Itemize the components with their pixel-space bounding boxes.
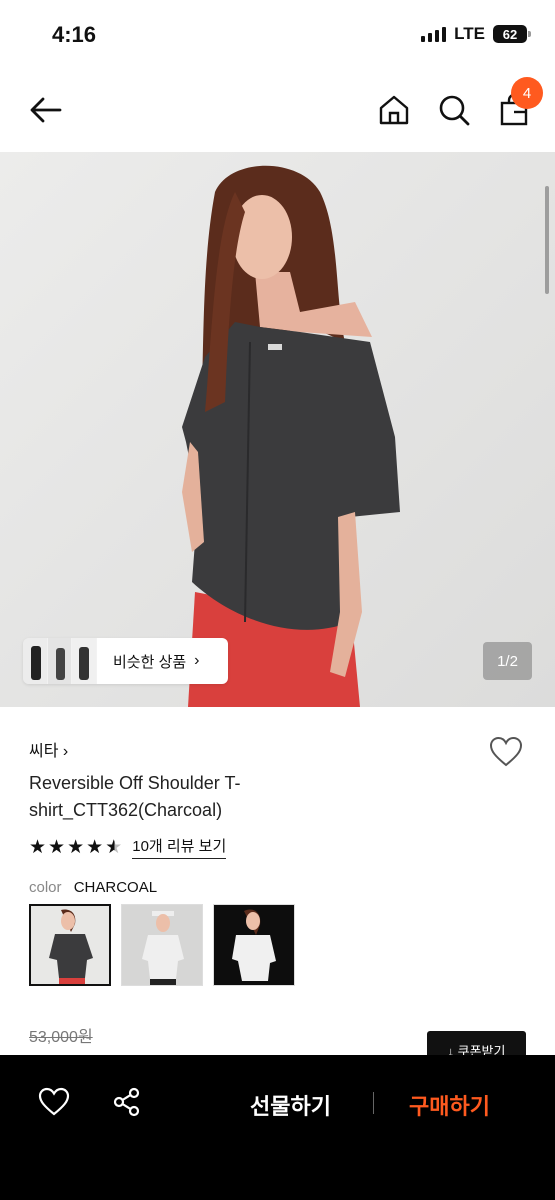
swatch-image — [232, 909, 276, 981]
original-price: 53,000원 — [29, 1029, 93, 1046]
brand-link[interactable]: 씨타 › — [29, 737, 68, 761]
status-right: LTE 62 — [421, 24, 531, 44]
cart-count-badge: 4 — [511, 77, 543, 109]
color-key: color — [29, 879, 62, 896]
similar-products-label: 비슷한 상품 — [113, 653, 187, 671]
rating-row: ★ ★ ★ ★ ★ 10개 리뷰 보기 — [29, 835, 227, 859]
heart-icon[interactable] — [489, 736, 523, 768]
product-image[interactable]: 비슷한 상품 › 1/2 — [0, 152, 555, 707]
star-icon: ★ — [67, 836, 85, 858]
home-icon[interactable] — [376, 92, 412, 128]
star-half-icon: ★ — [105, 836, 123, 858]
model-photo — [0, 152, 555, 707]
review-link[interactable]: 10개 리뷰 보기 — [132, 835, 227, 859]
heart-icon[interactable] — [38, 1087, 70, 1117]
image-scrollbar[interactable] — [545, 186, 549, 294]
star-icon: ★ — [48, 836, 66, 858]
star-icon: ★ — [29, 836, 47, 858]
color-row: color CHARCOAL — [29, 879, 157, 896]
brand-name: 씨타 — [29, 743, 59, 760]
chevron-right-icon: › — [194, 652, 200, 669]
chevron-right-icon: › — [62, 743, 69, 760]
bottom-action-bar: 선물하기 구매하기 — [0, 1055, 555, 1200]
signal-icon — [421, 26, 447, 42]
similar-products-button[interactable]: 비슷한 상품 › — [23, 638, 228, 684]
status-time: 4:16 — [52, 22, 97, 47]
image-counter: 1/2 — [483, 642, 532, 680]
similar-thumbnails — [23, 638, 98, 684]
gift-button[interactable]: 선물하기 — [250, 1089, 331, 1121]
status-bar: 4:16 LTE 62 — [0, 0, 555, 70]
search-icon[interactable] — [436, 92, 472, 128]
swatch-image — [142, 911, 184, 985]
swatch-image — [49, 909, 93, 984]
star-icon: ★ — [86, 836, 104, 858]
back-arrow-icon[interactable] — [26, 92, 66, 128]
product-title: Reversible Off Shoulder T-shirt_CTT362(C… — [29, 773, 241, 820]
buy-button[interactable]: 구매하기 — [409, 1089, 490, 1121]
network-label: LTE — [454, 24, 485, 43]
share-icon[interactable] — [112, 1087, 142, 1117]
divider — [373, 1092, 374, 1114]
swatch-white[interactable] — [213, 904, 295, 986]
battery-icon: 62 — [493, 25, 531, 43]
top-nav — [0, 70, 555, 152]
color-value: CHARCOAL — [73, 879, 158, 896]
color-swatches — [29, 904, 295, 986]
swatch-gray[interactable] — [121, 904, 203, 986]
swatch-charcoal[interactable] — [29, 904, 111, 986]
